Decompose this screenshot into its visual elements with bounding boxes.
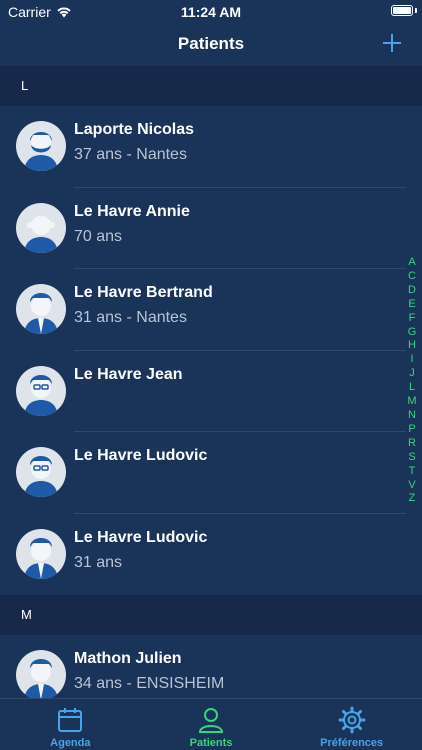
add-patient-button[interactable] bbox=[380, 31, 404, 55]
avatar bbox=[16, 202, 66, 253]
patient-row[interactable]: Laporte Nicolas 37 ans - Nantes bbox=[0, 106, 422, 188]
index-letter[interactable]: D bbox=[408, 284, 416, 298]
tab-patients[interactable]: Patients bbox=[141, 699, 282, 750]
patient-detail: 31 ans - Nantes bbox=[74, 309, 187, 326]
section-header-l: L bbox=[0, 66, 422, 106]
index-letter[interactable]: J bbox=[409, 367, 415, 381]
avatar bbox=[16, 528, 66, 579]
patient-row[interactable]: Le Havre Annie 70 ans bbox=[0, 188, 422, 269]
tab-bar: Agenda Patients Préférences bbox=[0, 698, 422, 750]
index-letter[interactable]: M bbox=[407, 395, 416, 409]
avatar bbox=[16, 284, 66, 334]
gear-icon bbox=[338, 706, 366, 734]
patient-row[interactable]: Le Havre Jean bbox=[0, 351, 422, 432]
status-bar: Carrier 11:24 AM bbox=[0, 0, 422, 22]
tab-agenda[interactable]: Agenda bbox=[0, 699, 141, 750]
patient-name: Le Havre Ludovic bbox=[74, 447, 208, 464]
tab-label: Patients bbox=[189, 737, 233, 749]
avatar bbox=[16, 365, 66, 416]
index-letter[interactable]: G bbox=[408, 326, 417, 340]
index-letter[interactable]: V bbox=[408, 479, 415, 493]
navigation-bar: Patients bbox=[0, 22, 422, 66]
tab-preferences[interactable]: Préférences bbox=[281, 699, 422, 750]
patient-row[interactable]: Le Havre Ludovic 31 ans bbox=[0, 514, 422, 596]
tab-label: Agenda bbox=[50, 737, 91, 749]
index-letter[interactable]: I bbox=[410, 353, 413, 367]
calendar-icon bbox=[58, 708, 83, 732]
index-letter[interactable]: P bbox=[408, 423, 415, 437]
index-letter[interactable]: Z bbox=[409, 492, 416, 506]
section-header-m: M bbox=[0, 595, 422, 635]
index-letter[interactable]: L bbox=[409, 381, 415, 395]
index-letter[interactable]: A bbox=[408, 256, 415, 270]
index-letter[interactable]: C bbox=[408, 270, 416, 284]
index-letter[interactable]: N bbox=[408, 409, 416, 423]
patient-detail: 34 ans - ENSISHEIM bbox=[74, 675, 225, 692]
patient-name: Le Havre Jean bbox=[74, 365, 183, 383]
patient-name: Le Havre Annie bbox=[74, 202, 190, 220]
alphabet-index[interactable]: A C D E F G H I J L M N P R S T V Z bbox=[406, 256, 418, 506]
patient-list[interactable]: L Laporte Nicolas 37 ans - Nantes Le Hav… bbox=[0, 66, 422, 698]
avatar bbox=[16, 121, 66, 171]
index-letter[interactable]: H bbox=[408, 339, 416, 353]
patient-row[interactable]: Mathon Julien 34 ans - ENSISHEIM bbox=[0, 635, 422, 698]
patient-name: Laporte Nicolas bbox=[74, 121, 195, 138]
index-letter[interactable]: R bbox=[408, 437, 416, 451]
battery-icon bbox=[391, 5, 413, 16]
tab-label: Préférences bbox=[320, 737, 384, 749]
index-letter[interactable]: E bbox=[408, 298, 415, 312]
patient-row[interactable]: Le Havre Bertrand 31 ans - Nantes bbox=[0, 269, 422, 351]
patient-name: Mathon Julien bbox=[74, 650, 182, 667]
patient-detail: 70 ans bbox=[74, 227, 123, 245]
page-title: Patients bbox=[177, 34, 245, 53]
index-letter[interactable]: S bbox=[408, 451, 415, 465]
avatar bbox=[16, 447, 66, 497]
clock: 11:24 AM bbox=[180, 4, 242, 20]
patient-row[interactable]: Le Havre Ludovic bbox=[0, 432, 422, 514]
index-letter[interactable]: T bbox=[409, 465, 416, 479]
battery-tip bbox=[415, 8, 417, 13]
plus-icon bbox=[383, 34, 401, 52]
index-letter[interactable]: F bbox=[409, 312, 416, 326]
avatar bbox=[16, 650, 66, 698]
patient-detail: 31 ans bbox=[74, 553, 123, 571]
patient-name: Le Havre Bertrand bbox=[74, 284, 213, 301]
patient-name: Le Havre Ludovic bbox=[74, 528, 208, 546]
person-icon bbox=[198, 708, 224, 733]
patient-detail: 37 ans - Nantes bbox=[74, 146, 187, 163]
